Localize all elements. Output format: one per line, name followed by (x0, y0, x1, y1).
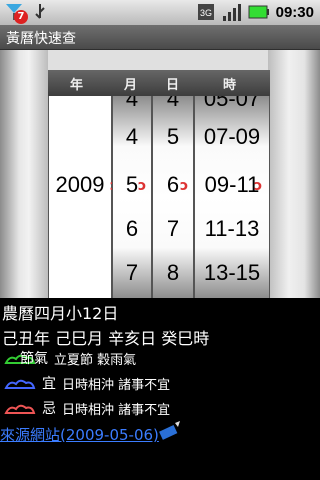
year-current[interactable]: 2009 (49, 172, 111, 198)
usb-icon (35, 4, 45, 19)
ji-label: 忌 (42, 401, 56, 417)
day-prev2[interactable]: 4 (153, 96, 193, 112)
status-icons: 3G 09:30 (197, 2, 314, 22)
day-prev1[interactable]: 5 (153, 124, 193, 150)
right-scroll-decoration (268, 50, 320, 298)
notification-count-badge: 7 (14, 10, 28, 24)
year-header: 年 (70, 78, 84, 93)
month-prev1[interactable]: 4 (113, 124, 151, 150)
app-title: 黃曆快速查 (6, 31, 76, 47)
ji-row: 忌 日時相沖 諸事不宜 (4, 398, 170, 418)
hour-next1[interactable]: 11-13 (195, 216, 269, 242)
day-next1[interactable]: 7 (153, 216, 193, 242)
blue-cloud-icon (4, 379, 36, 389)
hour-header: 時 (223, 78, 237, 93)
month-next1[interactable]: 6 (113, 216, 151, 242)
month-selection-marker: ↄ (138, 178, 147, 194)
clock: 09:30 (275, 3, 314, 21)
left-scroll-decoration (0, 50, 48, 298)
day-header: 日 (166, 78, 180, 93)
day-selection-marker: ↄ (180, 178, 189, 194)
picker-header: 年 月 日 時 (48, 70, 270, 96)
ganzhi-text: 己丑年 己巳月 辛亥日 癸巳時 (2, 329, 210, 348)
hour-selection-marker: ↄ (254, 178, 263, 194)
hour-next2[interactable]: 13-15 (195, 260, 269, 286)
edit-pencil-icon[interactable] (158, 420, 182, 442)
day-next2[interactable]: 8 (153, 260, 193, 286)
jieqi-value: 立夏節 穀雨氣 (54, 352, 137, 368)
network-3g-icon: 3G (197, 4, 214, 20)
date-picker: 年 月 日 時 2009 ↄ 4 4 5 6 7 ↄ 4 5 6 7 8 ↄ 0… (0, 50, 320, 298)
red-cloud-icon (4, 404, 36, 414)
lunar-date: 農曆四月小12日 (2, 304, 119, 323)
yi-label: 宜 (42, 376, 56, 392)
jieqi-row: 節氣 立夏節 穀雨氣 (4, 348, 136, 368)
network-label: 3G (200, 8, 212, 18)
yi-value: 日時相沖 諸事不宜 (62, 377, 171, 393)
month-prev2[interactable]: 4 (113, 96, 151, 112)
jieqi-label: 節氣 (20, 351, 48, 367)
status-bar: 7 3G 09:30 (0, 0, 320, 25)
ji-value: 日時相沖 諸事不宜 (62, 402, 171, 418)
month-wheel[interactable]: 4 4 5 6 7 (112, 96, 152, 298)
yi-row: 宜 日時相沖 諸事不宜 (4, 373, 170, 393)
signal-strength-icon (222, 4, 241, 21)
source-website-link[interactable]: 來源網站(2009-05-06) (0, 424, 159, 445)
battery-charging-icon (248, 5, 269, 19)
hour-prev1[interactable]: 07-09 (195, 124, 269, 150)
month-next2[interactable]: 7 (113, 260, 151, 286)
hour-wheel[interactable]: 05-07 07-09 09-11 11-13 13-15 (194, 96, 270, 298)
hour-prev2[interactable]: 05-07 (195, 96, 269, 112)
month-header: 月 (124, 78, 138, 93)
day-wheel[interactable]: 4 5 6 7 8 (152, 96, 194, 298)
year-wheel[interactable]: 2009 (48, 96, 112, 298)
title-bar: 黃曆快速查 (0, 25, 320, 50)
